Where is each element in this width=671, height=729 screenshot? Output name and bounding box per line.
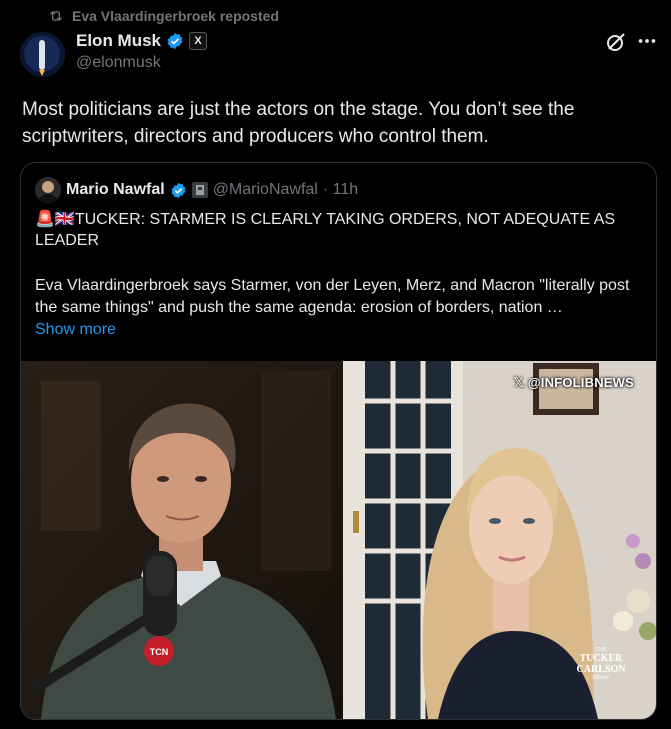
repost-icon xyxy=(50,11,62,21)
quote-avatar[interactable] xyxy=(35,177,61,203)
quote-headline: 🚨🇬🇧TUCKER: STARMER IS CLEARLY TAKING ORD… xyxy=(35,211,616,249)
quote-verified-badge-icon xyxy=(171,182,186,198)
quote-author-name[interactable]: Mario Nawfal xyxy=(66,181,165,199)
avatar[interactable] xyxy=(20,32,65,77)
video-thumbnail[interactable]: TCN 𝕏 @INFOLIBNEWS THE TUCKER CARLSON SH… xyxy=(21,361,656,719)
mic-flag-label: TCN xyxy=(150,647,169,657)
verified-badge-icon xyxy=(167,32,183,50)
grok-icon[interactable] xyxy=(604,30,628,54)
watermark-text: 𝕏 @INFOLIBNEWS xyxy=(513,375,634,390)
repost-text: Eva Vlaardingerbroek reposted xyxy=(72,8,279,24)
repost-indicator[interactable]: Eva Vlaardingerbroek reposted xyxy=(48,8,279,24)
right-video-panel: 𝕏 @INFOLIBNEWS THE TUCKER CARLSON SHOW xyxy=(343,361,656,719)
author-name[interactable]: Elon Musk xyxy=(76,31,161,51)
quoted-post[interactable]: Mario Nawfal @MarioNawfal · 11h 🚨🇬🇧TUCKE… xyxy=(20,162,657,720)
affiliate-badge-icon: X xyxy=(189,32,208,50)
quote-timestamp[interactable]: · 11h xyxy=(323,181,358,199)
more-options-icon[interactable] xyxy=(636,30,658,52)
left-video-panel: TCN xyxy=(21,361,343,719)
show-logo: THE TUCKER CARLSON SHOW xyxy=(576,647,626,681)
post-text: Most politicians are just the actors on … xyxy=(22,99,575,147)
author-handle[interactable]: @elonmusk xyxy=(76,54,161,72)
affiliation-badge-icon xyxy=(191,182,208,198)
show-more-link[interactable]: Show more xyxy=(35,321,116,339)
quote-body: Eva Vlaardingerbroek says Starmer, von d… xyxy=(35,277,630,316)
quote-author-handle[interactable]: @MarioNawfal xyxy=(213,181,318,199)
